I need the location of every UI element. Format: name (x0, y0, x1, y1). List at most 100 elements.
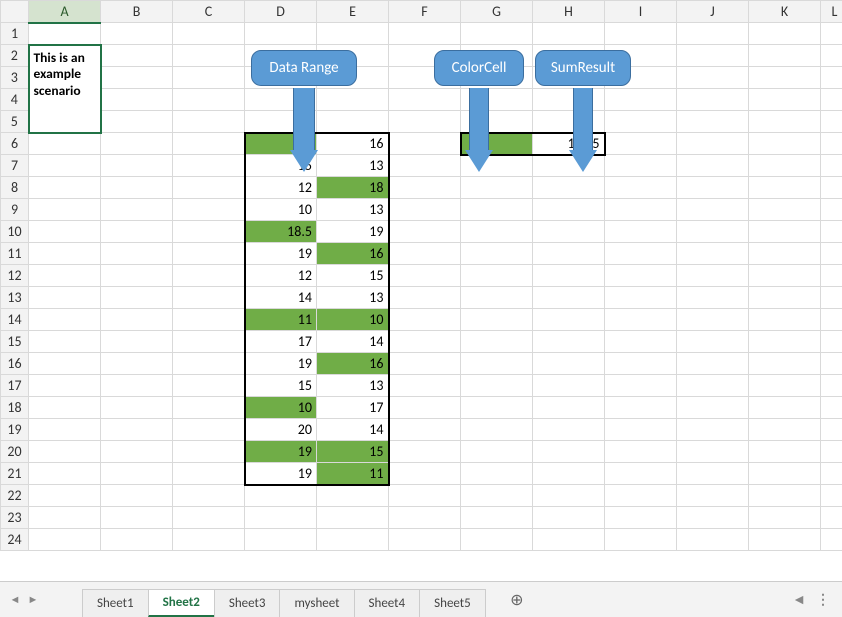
cell-G14[interactable] (461, 309, 533, 331)
cell-E8[interactable]: 18 (317, 177, 389, 199)
row-header-9[interactable]: 9 (1, 199, 29, 221)
cell-B8[interactable] (101, 177, 173, 199)
cell-G11[interactable] (461, 243, 533, 265)
cell-C16[interactable] (173, 353, 245, 375)
cell-J8[interactable] (677, 177, 749, 199)
sheet-tab-sheet2[interactable]: Sheet2 (148, 589, 215, 617)
tab-nav-prev[interactable]: ◄ (6, 588, 24, 612)
row-header-6[interactable]: 6 (1, 133, 29, 155)
cell-C11[interactable] (173, 243, 245, 265)
cell-E13[interactable]: 13 (317, 287, 389, 309)
cell-F14[interactable] (389, 309, 461, 331)
row-header-19[interactable]: 19 (1, 419, 29, 441)
cell-D20[interactable]: 19 (245, 441, 317, 463)
cell-F9[interactable] (389, 199, 461, 221)
cell-K4[interactable] (749, 89, 821, 111)
cell-B17[interactable] (101, 375, 173, 397)
cell-A19[interactable] (29, 419, 101, 441)
cell-C6[interactable] (173, 133, 245, 155)
cell-F23[interactable] (389, 507, 461, 529)
cell-D10[interactable]: 18.5 (245, 221, 317, 243)
cell-I13[interactable] (605, 287, 677, 309)
cell-J11[interactable] (677, 243, 749, 265)
cell-C22[interactable] (173, 485, 245, 507)
cell-L4[interactable] (821, 89, 842, 111)
cell-B9[interactable] (101, 199, 173, 221)
cell-G23[interactable] (461, 507, 533, 529)
cell-J10[interactable] (677, 221, 749, 243)
cell-A13[interactable] (29, 287, 101, 309)
row-header-16[interactable]: 16 (1, 353, 29, 375)
cell-A7[interactable] (29, 155, 101, 177)
cell-H16[interactable] (533, 353, 605, 375)
cell-C10[interactable] (173, 221, 245, 243)
cell-D21[interactable]: 19 (245, 463, 317, 485)
cell-H20[interactable] (533, 441, 605, 463)
cell-I15[interactable] (605, 331, 677, 353)
cell-B7[interactable] (101, 155, 173, 177)
row-header-8[interactable]: 8 (1, 177, 29, 199)
col-header-J[interactable]: J (677, 1, 749, 23)
cell-D23[interactable] (245, 507, 317, 529)
cell-F10[interactable] (389, 221, 461, 243)
cell-D14[interactable]: 11 (245, 309, 317, 331)
corner-cell[interactable] (1, 1, 29, 23)
cell-L16[interactable] (821, 353, 842, 375)
cell-B12[interactable] (101, 265, 173, 287)
cell-I8[interactable] (605, 177, 677, 199)
cell-F12[interactable] (389, 265, 461, 287)
cell-F18[interactable] (389, 397, 461, 419)
cell-H9[interactable] (533, 199, 605, 221)
cell-K17[interactable] (749, 375, 821, 397)
cell-I4[interactable] (605, 89, 677, 111)
cell-G19[interactable] (461, 419, 533, 441)
tab-nav-next[interactable]: ► (24, 588, 42, 612)
cell-A17[interactable] (29, 375, 101, 397)
row-header-4[interactable]: 4 (1, 89, 29, 111)
cell-H4[interactable] (533, 89, 605, 111)
cell-I24[interactable] (605, 529, 677, 551)
cell-L10[interactable] (821, 221, 842, 243)
cell-G20[interactable] (461, 441, 533, 463)
cell-J14[interactable] (677, 309, 749, 331)
cell-A24[interactable] (29, 529, 101, 551)
cell-K2[interactable] (749, 45, 821, 67)
cell-J6[interactable] (677, 133, 749, 155)
cell-G24[interactable] (461, 529, 533, 551)
col-header-C[interactable]: C (173, 1, 245, 23)
cell-H1[interactable] (533, 23, 605, 45)
cell-H5[interactable] (533, 111, 605, 133)
cell-F4[interactable] (389, 89, 461, 111)
cell-B18[interactable] (101, 397, 173, 419)
cell-A10[interactable] (29, 221, 101, 243)
cell-B14[interactable] (101, 309, 173, 331)
cell-B24[interactable] (101, 529, 173, 551)
cell-A18[interactable] (29, 397, 101, 419)
cell-B22[interactable] (101, 485, 173, 507)
row-header-14[interactable]: 14 (1, 309, 29, 331)
cell-L21[interactable] (821, 463, 842, 485)
cell-G10[interactable] (461, 221, 533, 243)
cell-C24[interactable] (173, 529, 245, 551)
cell-C19[interactable] (173, 419, 245, 441)
cell-E9[interactable]: 13 (317, 199, 389, 221)
cell-K1[interactable] (749, 23, 821, 45)
cell-D15[interactable]: 17 (245, 331, 317, 353)
cell-E15[interactable]: 14 (317, 331, 389, 353)
cell-H12[interactable] (533, 265, 605, 287)
cell-A11[interactable] (29, 243, 101, 265)
cell-F8[interactable] (389, 177, 461, 199)
cell-J9[interactable] (677, 199, 749, 221)
cell-L24[interactable] (821, 529, 842, 551)
cell-C17[interactable] (173, 375, 245, 397)
cell-K3[interactable] (749, 67, 821, 89)
cell-K21[interactable] (749, 463, 821, 485)
cell-L6[interactable] (821, 133, 842, 155)
cell-E12[interactable]: 15 (317, 265, 389, 287)
cell-K8[interactable] (749, 177, 821, 199)
cell-A2[interactable]: This is an example scenario (29, 45, 101, 133)
cell-F13[interactable] (389, 287, 461, 309)
cell-D1[interactable] (245, 23, 317, 45)
row-header-11[interactable]: 11 (1, 243, 29, 265)
cell-I1[interactable] (605, 23, 677, 45)
